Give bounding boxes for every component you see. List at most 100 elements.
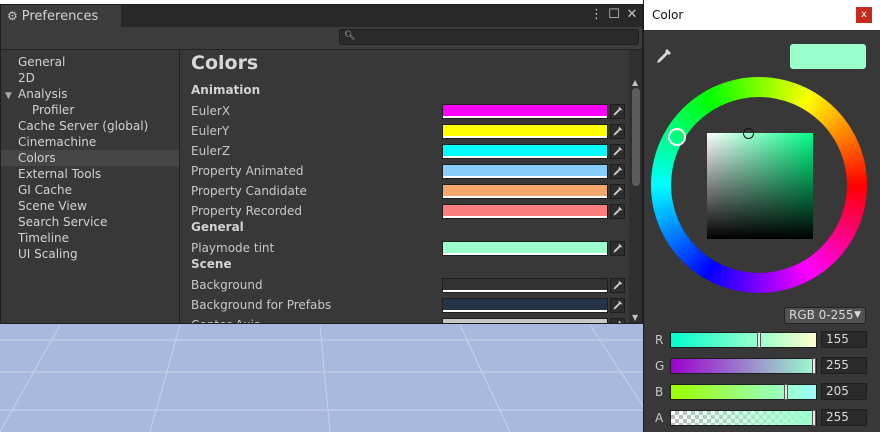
search-box[interactable]: 🔍︎ <box>339 29 639 45</box>
alpha-bar <box>443 216 607 218</box>
color-swatch[interactable] <box>442 318 608 323</box>
channel-slider-track[interactable] <box>670 410 817 426</box>
color-row: Playmode tint <box>191 239 628 259</box>
eyedropper-icon[interactable] <box>610 204 625 219</box>
color-row: Background for Prefabs <box>191 296 628 316</box>
color-swatch[interactable] <box>442 104 608 119</box>
color-swatch[interactable] <box>442 298 608 313</box>
color-swatch[interactable] <box>442 164 608 179</box>
window-controls: ⋮ ☐ ✕ <box>590 7 638 22</box>
preferences-tab[interactable]: ⚙ Preferences <box>1 5 121 27</box>
sidebar-item-label: Profiler <box>32 103 75 117</box>
scroll-up-icon[interactable]: ▲ <box>632 78 638 87</box>
sidebar-item-label: 2D <box>18 71 35 85</box>
sidebar-item-label: GI Cache <box>18 183 72 197</box>
eyedropper-icon[interactable] <box>610 164 625 179</box>
channel-value-field[interactable]: 155 <box>821 331 867 348</box>
section-header: Scene <box>191 257 232 271</box>
color-preview-swatch[interactable] <box>790 44 866 69</box>
eyedropper-icon[interactable] <box>610 104 625 119</box>
color-swatch[interactable] <box>442 278 608 293</box>
channel-slider-handle[interactable] <box>812 410 816 426</box>
alpha-bar <box>443 290 607 292</box>
eyedropper-icon[interactable] <box>610 124 625 139</box>
expand-arrow-icon[interactable]: ▼ <box>5 88 18 104</box>
channel-label: A <box>655 411 664 425</box>
more-options-icon[interactable]: ⋮ <box>590 7 603 22</box>
preferences-window: ⚙ Preferences ⋮ ☐ ✕ 🔍︎ General 2D ▼ Analysi… <box>0 4 643 324</box>
color-swatch[interactable] <box>442 204 608 219</box>
sidebar-item-general[interactable]: General <box>1 54 179 70</box>
color-mode-label: RGB 0-255 <box>789 308 854 322</box>
color-row: Background <box>191 276 628 296</box>
color-row-label: Background <box>191 278 263 292</box>
color-row-label: EulerZ <box>191 144 231 158</box>
sidebar-item-search-service[interactable]: Search Service <box>1 214 179 230</box>
scrollbar[interactable]: ▲ ▼ <box>629 50 642 323</box>
channel-value-field[interactable]: 255 <box>821 357 867 374</box>
colors-panel: Colors Animation EulerX EulerY EulerZ Proper… <box>180 50 628 323</box>
channel-value-field[interactable]: 255 <box>821 409 867 426</box>
page-title: Colors <box>191 52 259 74</box>
sidebar-item-cinemachine[interactable]: Cinemachine <box>1 134 179 150</box>
channel-slider-handle[interactable] <box>812 358 816 374</box>
color-swatch[interactable] <box>442 124 608 139</box>
eyedropper-icon[interactable] <box>610 318 625 323</box>
sidebar-list: General 2D ▼ Analysis Profiler Cache Server (… <box>1 50 179 262</box>
sidebar-item-timeline[interactable]: Timeline <box>1 230 179 246</box>
color-swatch[interactable] <box>442 144 608 159</box>
channel-slider-handle[interactable] <box>784 384 788 400</box>
eyedropper-icon[interactable] <box>610 241 625 256</box>
color-wheel[interactable] <box>651 77 867 293</box>
color-row-label: Playmode tint <box>191 241 275 255</box>
close-icon[interactable]: ✕ <box>626 7 638 22</box>
close-button[interactable]: x <box>856 7 872 23</box>
color-row-label: Background for Prefabs <box>191 298 332 312</box>
color-row-label: Property Recorded <box>191 204 303 218</box>
eyedropper-icon[interactable] <box>610 184 625 199</box>
sidebar-item-label: Colors <box>18 151 56 165</box>
color-mode-dropdown[interactable]: RGB 0-255 ▼ <box>784 307 866 324</box>
color-window-title: Color <box>652 8 684 22</box>
sidebar-item-analysis[interactable]: ▼ Analysis <box>1 86 179 102</box>
color-row: Property Recorded <box>191 202 628 222</box>
color-swatch[interactable] <box>442 241 608 256</box>
alpha-bar <box>443 310 607 312</box>
sidebar-item-gi-cache[interactable]: GI Cache <box>1 182 179 198</box>
saturation-value-box[interactable] <box>707 133 813 239</box>
search-bar: 🔍︎ <box>1 27 642 50</box>
eyedropper-icon[interactable] <box>610 144 625 159</box>
channel-slider-handle[interactable] <box>757 332 761 348</box>
sidebar: General 2D ▼ Analysis Profiler Cache Server (… <box>1 50 180 323</box>
sidebar-item-profiler[interactable]: Profiler <box>1 102 179 118</box>
color-row-label: Center Axis <box>191 318 260 323</box>
color-row: EulerY <box>191 122 628 142</box>
maximize-icon[interactable]: ☐ <box>608 7 620 22</box>
sidebar-item-cache-server-global[interactable]: Cache Server (global) <box>1 118 179 134</box>
saturation-value-marker[interactable] <box>743 128 754 139</box>
sidebar-item-colors[interactable]: Colors <box>1 150 179 166</box>
color-row: Property Candidate <box>191 182 628 202</box>
scroll-down-icon[interactable]: ▼ <box>632 313 638 322</box>
sidebar-item-2d[interactable]: 2D <box>1 70 179 86</box>
channel-slider-track[interactable] <box>670 332 817 348</box>
gear-icon: ⚙ <box>7 9 18 23</box>
sidebar-item-external-tools[interactable]: External Tools <box>1 166 179 182</box>
eyedropper-icon[interactable] <box>610 298 625 313</box>
sidebar-item-scene-view[interactable]: Scene View <box>1 198 179 214</box>
channel-slider-track[interactable] <box>670 358 817 374</box>
search-input[interactable] <box>354 30 634 44</box>
channel-slider-track[interactable] <box>670 384 817 400</box>
sidebar-item-label: Cache Server (global) <box>18 119 149 133</box>
eyedropper-icon[interactable] <box>610 278 625 293</box>
preferences-body: General 2D ▼ Analysis Profiler Cache Server (… <box>1 50 642 323</box>
scrollbar-thumb[interactable] <box>632 88 640 186</box>
channel-value-field[interactable]: 205 <box>821 383 867 400</box>
color-swatch[interactable] <box>442 184 608 199</box>
sidebar-item-ui-scaling[interactable]: UI Scaling <box>1 246 179 262</box>
color-row-label: Property Candidate <box>191 184 307 198</box>
preferences-title: Preferences <box>21 8 99 24</box>
sidebar-item-label: Cinemachine <box>18 135 97 149</box>
eyedropper-icon[interactable] <box>654 46 674 69</box>
hue-marker[interactable] <box>668 128 686 146</box>
